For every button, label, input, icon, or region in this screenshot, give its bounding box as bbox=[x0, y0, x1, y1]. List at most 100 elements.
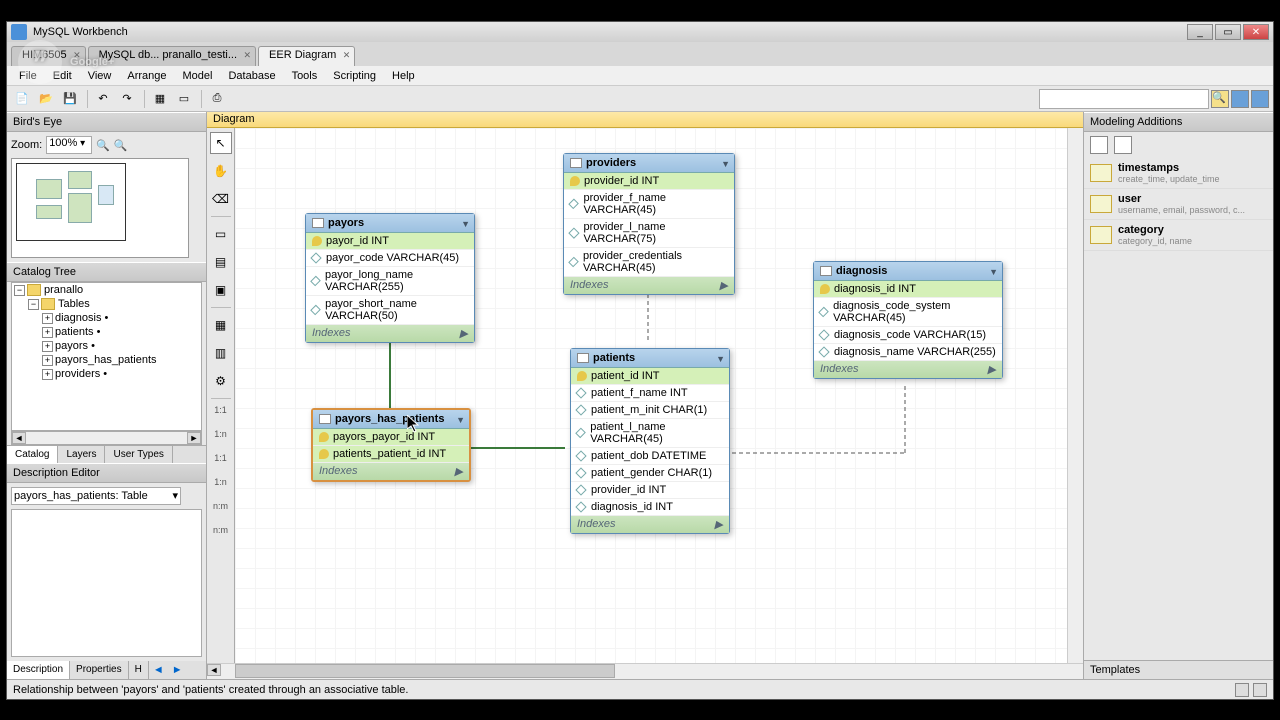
chevron-down-icon[interactable]: ▼ bbox=[461, 219, 470, 229]
pointer-tool[interactable]: ↖ bbox=[210, 132, 232, 154]
tree-table-item[interactable]: +patients • bbox=[12, 325, 201, 339]
column-row[interactable]: diagnosis_id INT bbox=[814, 281, 1002, 298]
chevron-down-icon[interactable]: ▼ bbox=[716, 354, 725, 364]
entity-header[interactable]: providers▼ bbox=[564, 154, 734, 173]
column-row[interactable]: payor_code VARCHAR(45) bbox=[306, 250, 474, 267]
eraser-tool[interactable]: ⌫ bbox=[210, 188, 232, 210]
indexes-row[interactable]: Indexes▶ bbox=[564, 277, 734, 294]
entity-payors[interactable]: payors▼ payor_id INT payor_code VARCHAR(… bbox=[305, 213, 475, 343]
maximize-button[interactable]: ▭ bbox=[1215, 24, 1241, 40]
birds-eye-view[interactable] bbox=[11, 158, 189, 258]
zoom-out-icon[interactable]: 🔍 bbox=[114, 139, 128, 152]
expand-icon[interactable]: + bbox=[42, 327, 53, 338]
rel-n-m[interactable]: n:m bbox=[209, 501, 233, 519]
indexes-row[interactable]: Indexes▶ bbox=[814, 361, 1002, 378]
note-tool[interactable]: ▤ bbox=[210, 251, 232, 273]
doc-tab[interactable]: HIM6505✕ bbox=[11, 46, 86, 66]
zoom-in-icon[interactable]: 🔍 bbox=[96, 139, 110, 152]
column-row[interactable]: diagnosis_name VARCHAR(255) bbox=[814, 344, 1002, 361]
tab-next-icon[interactable]: ► bbox=[168, 661, 187, 679]
status-button[interactable] bbox=[1235, 683, 1249, 697]
column-row[interactable]: diagnosis_code VARCHAR(15) bbox=[814, 327, 1002, 344]
grid-button[interactable]: ▦ bbox=[149, 88, 171, 110]
close-icon[interactable]: ✕ bbox=[73, 50, 81, 61]
rel-1-n-nonid[interactable]: 1:n bbox=[209, 429, 233, 447]
layer-tool[interactable]: ▭ bbox=[210, 223, 232, 245]
canvas-hscroll[interactable]: ◄ bbox=[207, 663, 1083, 679]
viewport-rect[interactable] bbox=[16, 163, 126, 241]
entity-providers[interactable]: providers▼ provider_id INT provider_f_na… bbox=[563, 153, 735, 295]
tree-table-item[interactable]: +diagnosis • bbox=[12, 311, 201, 325]
column-row[interactable]: diagnosis_id INT bbox=[571, 499, 729, 516]
image-tool[interactable]: ▣ bbox=[210, 279, 232, 301]
doc-tab[interactable]: MySQL db... pranallo_testi...✕ bbox=[88, 46, 256, 66]
view-tool[interactable]: ▥ bbox=[210, 342, 232, 364]
doc-tab[interactable]: EER Diagram✕ bbox=[258, 46, 355, 66]
open-button[interactable]: 📂 bbox=[35, 88, 57, 110]
rel-1-1-nonid[interactable]: 1:1 bbox=[209, 405, 233, 423]
template-new-button[interactable] bbox=[1090, 136, 1108, 154]
menu-scripting[interactable]: Scripting bbox=[325, 68, 384, 84]
column-row[interactable]: payor_long_name VARCHAR(255) bbox=[306, 267, 474, 296]
menu-view[interactable]: View bbox=[80, 68, 120, 84]
menu-file[interactable]: File bbox=[11, 68, 45, 84]
column-row[interactable]: payors_payor_id INT bbox=[313, 429, 469, 446]
column-row[interactable]: patient_gender CHAR(1) bbox=[571, 465, 729, 482]
search-button[interactable]: 🔍 bbox=[1211, 90, 1229, 108]
minimize-button[interactable]: _ bbox=[1187, 24, 1213, 40]
entity-header[interactable]: diagnosis▼ bbox=[814, 262, 1002, 281]
tab-user-types[interactable]: User Types bbox=[105, 446, 172, 463]
column-row[interactable]: patients_patient_id INT bbox=[313, 446, 469, 463]
tree-schema[interactable]: −pranallo bbox=[12, 283, 201, 297]
description-textarea[interactable] bbox=[11, 509, 202, 658]
scroll-left-icon[interactable]: ◄ bbox=[207, 664, 221, 676]
column-row[interactable]: diagnosis_code_system VARCHAR(45) bbox=[814, 298, 1002, 327]
chevron-down-icon[interactable]: ▼ bbox=[989, 267, 998, 277]
tab-history[interactable]: H bbox=[129, 661, 149, 679]
tab-catalog[interactable]: Catalog bbox=[7, 446, 58, 463]
column-row[interactable]: provider_id INT bbox=[571, 482, 729, 499]
menu-tools[interactable]: Tools bbox=[284, 68, 326, 84]
entity-header[interactable]: patients▼ bbox=[571, 349, 729, 368]
collapse-icon[interactable]: − bbox=[14, 285, 25, 296]
new-button[interactable]: 📄 bbox=[11, 88, 33, 110]
tab-properties[interactable]: Properties bbox=[70, 661, 129, 679]
hand-tool[interactable]: ✋ bbox=[210, 160, 232, 182]
rel-1-n-id[interactable]: 1:n bbox=[209, 477, 233, 495]
chevron-down-icon[interactable]: ▼ bbox=[721, 159, 730, 169]
template-item[interactable]: timestampscreate_time, update_time bbox=[1084, 158, 1273, 189]
column-row[interactable]: patient_id INT bbox=[571, 368, 729, 385]
expand-icon[interactable]: + bbox=[42, 369, 53, 380]
template-open-button[interactable] bbox=[1114, 136, 1132, 154]
zoom-select[interactable]: 100% ▾ bbox=[46, 136, 92, 154]
rel-n-m-existing[interactable]: n:m bbox=[209, 525, 233, 543]
description-select[interactable]: payors_has_patients: Table▾ bbox=[11, 487, 181, 505]
template-item[interactable]: categorycategory_id, name bbox=[1084, 220, 1273, 251]
indexes-row[interactable]: Indexes▶ bbox=[571, 516, 729, 533]
column-row[interactable]: provider_l_name VARCHAR(75) bbox=[564, 219, 734, 248]
export-button[interactable]: ⎙ bbox=[206, 88, 228, 110]
menu-help[interactable]: Help bbox=[384, 68, 423, 84]
close-button[interactable]: ✕ bbox=[1243, 24, 1269, 40]
indexes-row[interactable]: Indexes▶ bbox=[306, 325, 474, 342]
panel-toggle-left[interactable] bbox=[1231, 90, 1249, 108]
entity-patients[interactable]: patients▼ patient_id INT patient_f_name … bbox=[570, 348, 730, 534]
scroll-thumb[interactable] bbox=[235, 664, 615, 678]
rel-1-1-id[interactable]: 1:1 bbox=[209, 453, 233, 471]
search-input[interactable] bbox=[1039, 89, 1209, 109]
templates-tab[interactable]: Templates bbox=[1084, 660, 1273, 679]
menu-model[interactable]: Model bbox=[175, 68, 221, 84]
column-row[interactable]: provider_f_name VARCHAR(45) bbox=[564, 190, 734, 219]
menu-edit[interactable]: Edit bbox=[45, 68, 80, 84]
routine-tool[interactable]: ⚙ bbox=[210, 370, 232, 392]
tree-hscroll[interactable]: ◄► bbox=[11, 431, 202, 445]
save-button[interactable]: 💾 bbox=[59, 88, 81, 110]
column-row[interactable]: provider_credentials VARCHAR(45) bbox=[564, 248, 734, 277]
expand-icon[interactable]: + bbox=[42, 341, 53, 352]
tab-prev-icon[interactable]: ◄ bbox=[149, 661, 168, 679]
panel-toggle-right[interactable] bbox=[1251, 90, 1269, 108]
close-icon[interactable]: ✕ bbox=[343, 50, 351, 61]
tree-table-item[interactable]: +payors_has_patients bbox=[12, 353, 201, 367]
column-row[interactable]: patient_dob DATETIME bbox=[571, 448, 729, 465]
align-button[interactable]: ▭ bbox=[173, 88, 195, 110]
